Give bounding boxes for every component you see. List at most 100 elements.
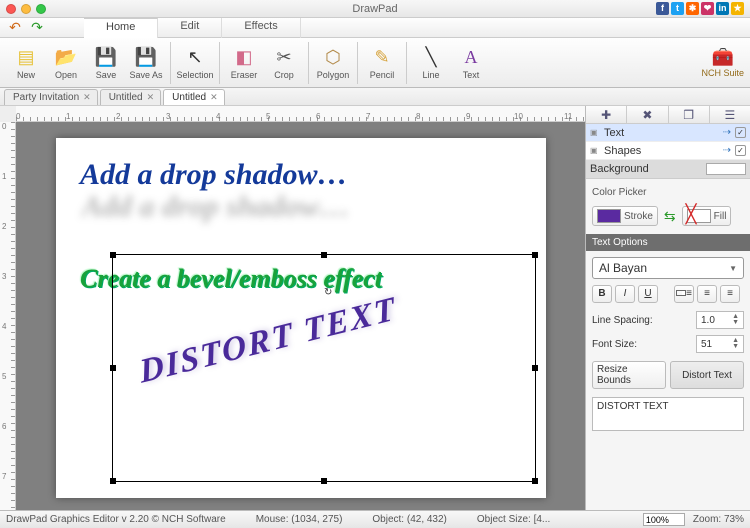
line-spacing-input[interactable]: 1.0▲▼ [696, 311, 744, 329]
expand-icon[interactable]: ▣ [590, 146, 600, 155]
distort-text-button[interactable]: Distort Text [670, 361, 744, 389]
bookmark-icon[interactable]: ★ [731, 2, 744, 15]
open-button[interactable]: 📂Open [46, 39, 86, 87]
polygon-tool[interactable]: ⬡Polygon [313, 39, 353, 87]
text-content-input[interactable]: DISTORT TEXT [592, 397, 744, 431]
quick-access-bar: ↶ ↷ Home Edit Effects [0, 18, 750, 38]
duplicate-layer-button[interactable]: ❐ [669, 106, 710, 123]
fill-color-button[interactable]: ╳ Fill [682, 206, 732, 226]
layer-link-icon[interactable]: ⇢ [723, 127, 731, 138]
italic-button[interactable]: I [615, 285, 635, 303]
underline-button[interactable]: U [638, 285, 658, 303]
share-icon[interactable]: ❤ [701, 2, 714, 15]
close-icon[interactable]: ✕ [210, 92, 218, 103]
rotate-handle[interactable]: ↻ [324, 287, 332, 298]
titlebar: DrawPad f t ✱ ❤ in ★ [0, 0, 750, 18]
swap-colors-button[interactable]: ⇆ [664, 208, 676, 225]
zoom-input[interactable] [643, 513, 685, 526]
window-title: DrawPad [0, 3, 750, 15]
resize-handle[interactable] [110, 365, 116, 371]
close-icon[interactable]: ✕ [147, 92, 155, 103]
crop-tool[interactable]: ✂Crop [264, 39, 304, 87]
text-tool[interactable]: AText [451, 39, 491, 87]
align-left-button[interactable]: ≡ [674, 285, 694, 303]
font-dropdown[interactable]: Al Bayan▼ [592, 257, 744, 279]
menu-tab-edit[interactable]: Edit [158, 18, 222, 38]
pencil-icon: ✎ [370, 45, 394, 69]
selection-tool[interactable]: ↖Selection [175, 39, 215, 87]
eraser-icon: ◧ [232, 45, 256, 69]
font-size-input[interactable]: 51▲▼ [696, 335, 744, 353]
canvas-viewport[interactable]: Add a drop shadow… Add a drop shadow… Cr… [16, 122, 585, 510]
document-tabs: Party Invitation✕ Untitled✕ Untitled✕ [0, 88, 750, 106]
rss-icon[interactable]: ✱ [686, 2, 699, 15]
resize-bounds-button[interactable]: Resize Bounds [592, 361, 666, 389]
open-icon: 📂 [54, 45, 78, 69]
menu-tab-effects[interactable]: Effects [222, 18, 300, 38]
align-right-button[interactable]: ≡ [720, 285, 740, 303]
facebook-icon[interactable]: f [656, 2, 669, 15]
resize-handle[interactable] [110, 478, 116, 484]
undo-button[interactable]: ↶ [6, 20, 24, 36]
expand-icon[interactable]: ▣ [590, 128, 600, 137]
delete-layer-button[interactable]: ✖ [627, 106, 668, 123]
eraser-tool[interactable]: ◧Eraser [224, 39, 264, 87]
stroke-swatch [597, 209, 621, 223]
selection-box[interactable]: ↻ [112, 254, 536, 482]
bold-button[interactable]: B [592, 285, 612, 303]
doc-tab[interactable]: Untitled✕ [163, 89, 224, 105]
pencil-tool[interactable]: ✎Pencil [362, 39, 402, 87]
doc-tab[interactable]: Party Invitation✕ [4, 89, 98, 105]
object-pos: Object: (42, 432) [372, 514, 446, 525]
resize-handle[interactable] [321, 252, 327, 258]
merge-layer-button[interactable]: ☰ [710, 106, 750, 123]
vertical-ruler: 0 1 2 3 4 5 6 7 [0, 122, 16, 510]
background-row[interactable]: Background [586, 160, 750, 178]
side-panel: ✚ ✖ ❐ ☰ ▣ Text ⇢ ✓ ▣ Shapes ⇢ ✓ Backgrou… [585, 106, 750, 510]
editor-area: 0 1 2 3 4 5 6 7 8 9 10 11 0 1 2 3 4 5 6 … [0, 106, 585, 510]
background-swatch[interactable] [706, 163, 746, 175]
resize-handle[interactable] [532, 365, 538, 371]
shadow-text[interactable]: Add a drop shadow… [80, 158, 348, 192]
toolbar: ▤New 📂Open 💾Save 💾Save As ↖Selection ◧Er… [0, 38, 750, 88]
horizontal-ruler: 0 1 2 3 4 5 6 7 8 9 10 11 [16, 106, 585, 122]
new-button[interactable]: ▤New [6, 39, 46, 87]
status-bar: DrawPad Graphics Editor v 2.20 © NCH Sof… [0, 510, 750, 528]
linkedin-icon[interactable]: in [716, 2, 729, 15]
twitter-icon[interactable]: t [671, 2, 684, 15]
layer-link-icon[interactable]: ⇢ [723, 145, 731, 156]
social-buttons: f t ✱ ❤ in ★ [656, 2, 744, 15]
resize-handle[interactable] [532, 252, 538, 258]
layer-row[interactable]: ▣ Shapes ⇢ ✓ [586, 142, 750, 160]
fill-swatch: ╳ [687, 209, 711, 223]
line-icon: ╲ [419, 45, 443, 69]
menu-tabs: Home Edit Effects [44, 18, 750, 38]
save-as-icon: 💾 [134, 45, 158, 69]
font-size-label: Font Size: [592, 339, 688, 350]
canvas-page[interactable]: Add a drop shadow… Add a drop shadow… Cr… [56, 138, 546, 498]
resize-handle[interactable] [110, 252, 116, 258]
stepper-icon: ▲▼ [732, 314, 739, 326]
save-button[interactable]: 💾Save [86, 39, 126, 87]
layer-visible-checkbox[interactable]: ✓ [735, 127, 746, 138]
layer-visible-checkbox[interactable]: ✓ [735, 145, 746, 156]
color-picker-label: Color Picker [586, 179, 750, 206]
crop-icon: ✂ [272, 45, 296, 69]
text-options-header: Text Options [586, 234, 750, 251]
align-center-button[interactable]: ≡ [697, 285, 717, 303]
doc-tab[interactable]: Untitled✕ [100, 89, 161, 105]
add-layer-button[interactable]: ✚ [586, 106, 627, 123]
polygon-icon: ⬡ [321, 45, 345, 69]
stroke-color-button[interactable]: Stroke [592, 206, 658, 226]
nch-icon: 🧰 [701, 47, 744, 68]
layer-row[interactable]: ▣ Text ⇢ ✓ [586, 124, 750, 142]
menu-tab-home[interactable]: Home [84, 18, 158, 38]
layer-toolbar: ✚ ✖ ❐ ☰ [586, 106, 750, 124]
resize-handle[interactable] [321, 478, 327, 484]
save-as-button[interactable]: 💾Save As [126, 39, 166, 87]
line-tool[interactable]: ╲Line [411, 39, 451, 87]
nch-suite-button[interactable]: 🧰NCH Suite [701, 47, 744, 78]
close-icon[interactable]: ✕ [83, 92, 91, 103]
new-icon: ▤ [14, 45, 38, 69]
resize-handle[interactable] [532, 478, 538, 484]
